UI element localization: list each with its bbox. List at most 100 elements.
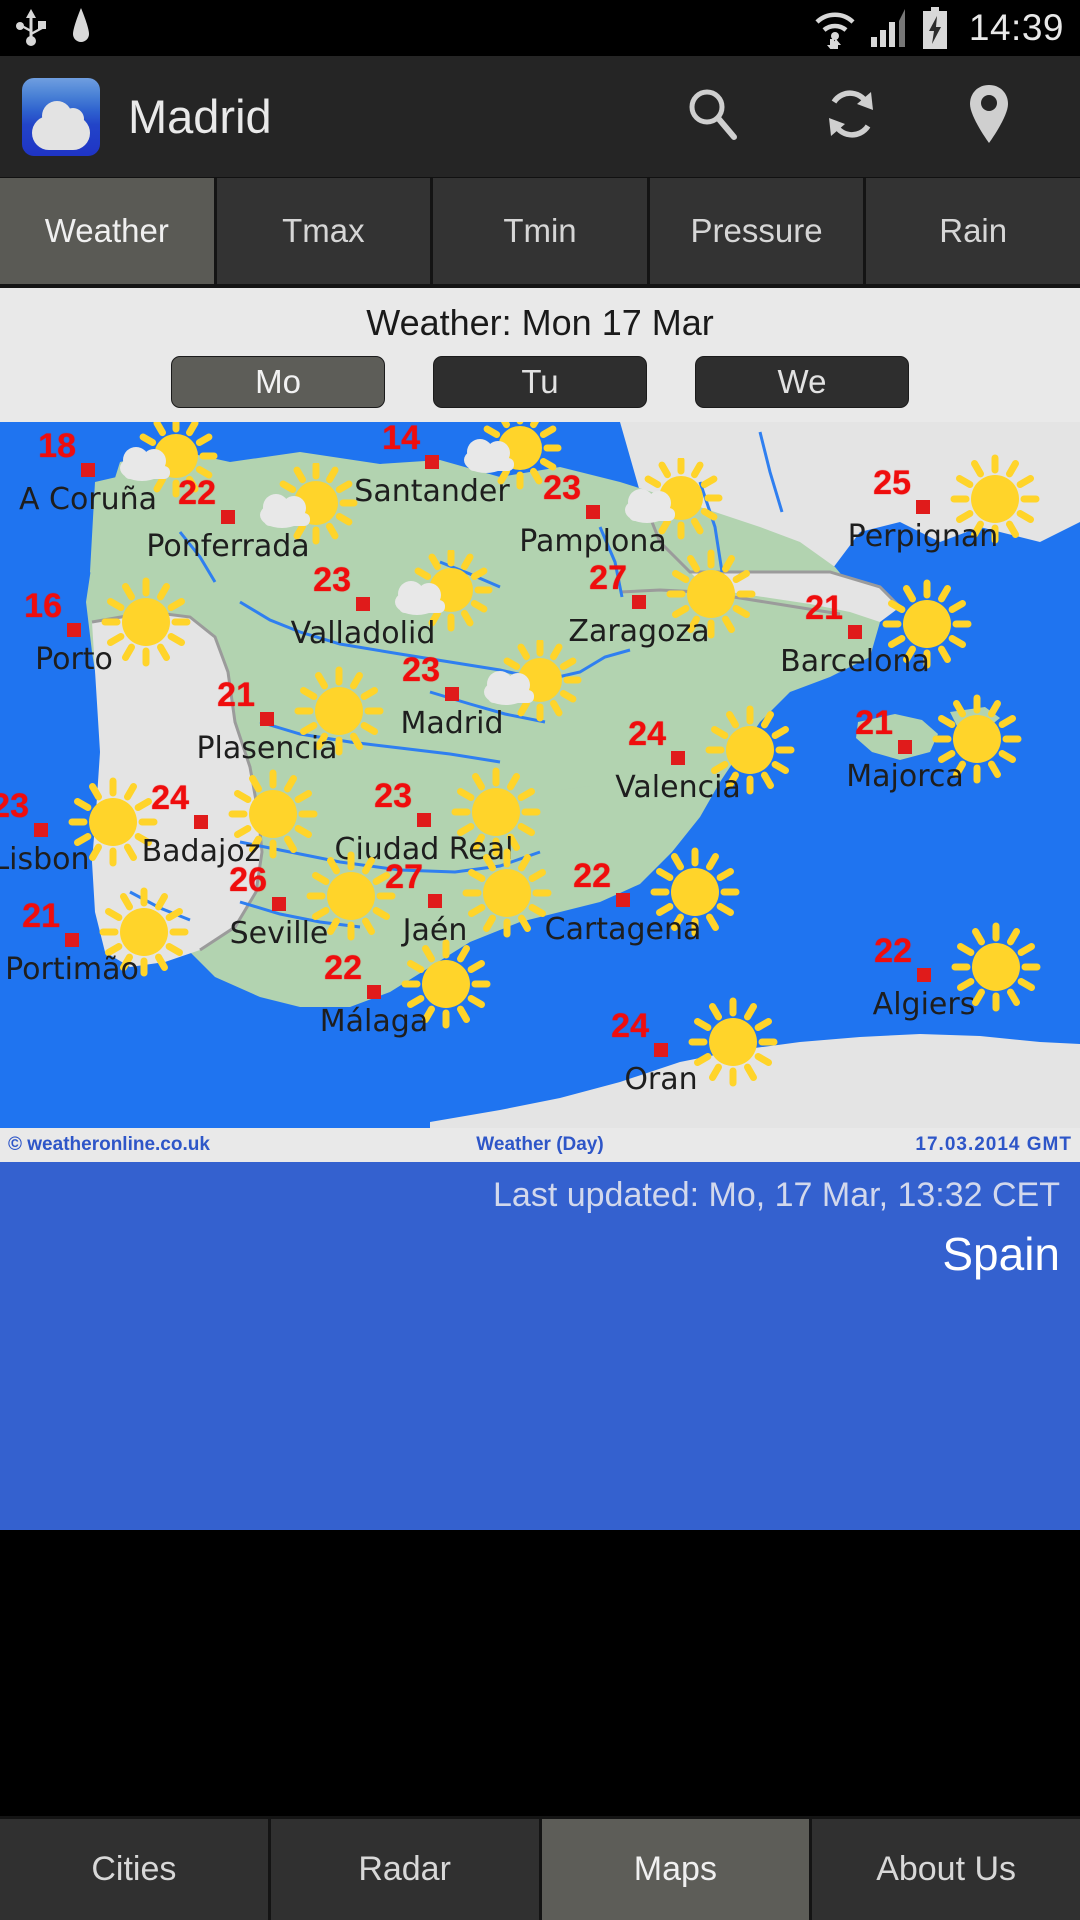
city-dot [917, 968, 931, 982]
day-button-tu[interactable]: Tu [433, 356, 647, 408]
nav-maps[interactable]: Maps [541, 1819, 810, 1920]
city-name: Algiers [872, 987, 976, 1022]
location-pin-icon [967, 83, 1011, 150]
day-buttons: Mo Tu We [0, 356, 1080, 408]
map-copyright: © weatheronline.co.uk [8, 1134, 210, 1155]
city-temperature: 21 [805, 589, 843, 627]
city-dot [654, 1043, 668, 1057]
city-name: Porto [35, 642, 113, 677]
city-dot [34, 823, 48, 837]
cellular-signal-icon [869, 7, 909, 49]
city-dot [417, 813, 431, 827]
city-dot [425, 455, 439, 469]
search-button[interactable] [644, 56, 782, 178]
refresh-icon [821, 84, 881, 149]
city-temperature: 23 [402, 651, 440, 689]
city-temperature: 21 [217, 676, 255, 714]
tab-tmax[interactable]: Tmax [216, 178, 431, 284]
tab-rain[interactable]: Rain [866, 178, 1080, 284]
tab-pressure[interactable]: Pressure [649, 178, 864, 284]
city-name: Barcelona [780, 644, 930, 679]
page-title: Madrid [128, 90, 272, 143]
city-temperature: 23 [313, 561, 351, 599]
city-name: Majorca [846, 759, 964, 794]
city-temperature: 27 [589, 559, 627, 597]
city-dot [272, 897, 286, 911]
city-dot [260, 712, 274, 726]
city-temperature: 22 [178, 474, 216, 512]
city-temperature: 22 [573, 857, 611, 895]
city-name: Oran [624, 1062, 698, 1097]
tab-tmin[interactable]: Tmin [433, 178, 647, 284]
map-date: 17.03.2014 GMT [915, 1134, 1072, 1155]
city-name: Madrid [400, 706, 504, 741]
city-dot [898, 740, 912, 754]
city-temperature: 23 [0, 787, 29, 825]
city-temperature: 23 [543, 469, 581, 507]
day-button-we[interactable]: We [695, 356, 909, 408]
day-selector-panel: Weather: Mon 17 Mar Mo Tu We [0, 288, 1080, 422]
city-temperature: 22 [874, 932, 912, 970]
city-temperature: 21 [22, 897, 60, 935]
city-dot [194, 815, 208, 829]
battery-charging-icon [921, 7, 949, 49]
city-dot [848, 625, 862, 639]
city-name: Pamplona [519, 524, 667, 559]
nav-about-us[interactable]: About Us [812, 1819, 1080, 1920]
city-name: Santander [354, 474, 510, 509]
day-button-mo[interactable]: Mo [171, 356, 385, 408]
city-temperature: 22 [324, 949, 362, 987]
sun-icon [100, 576, 192, 673]
city-temperature: 21 [855, 704, 893, 742]
status-bar: 14:39 [0, 0, 1080, 56]
sun-icon [687, 996, 779, 1093]
sun-icon [461, 847, 553, 944]
app-logo-cloud-icon [22, 77, 100, 156]
city-name: Cartagena [544, 912, 702, 947]
city-temperature: 23 [374, 777, 412, 815]
city-dot [616, 893, 630, 907]
info-panel: Last updated: Mo, 17 Mar, 13:32 CET Spai… [0, 1162, 1080, 1530]
city-name: Málaga [319, 1004, 429, 1039]
refresh-button[interactable] [782, 56, 920, 178]
city-temperature: 24 [151, 779, 189, 817]
city-dot [428, 894, 442, 908]
wifi-icon [813, 7, 857, 49]
city-name: Valladolid [290, 616, 436, 651]
status-bar-right-icons: 14:39 [813, 7, 1064, 49]
city-name: Seville [229, 916, 329, 951]
city-name: Zaragoza [568, 614, 710, 649]
action-bar: Madrid [0, 56, 1080, 178]
weather-map[interactable]: 18 A Coruña 14 Santander 22 Ponferrada 23 Pa… [0, 422, 1080, 1162]
status-bar-left-icons [16, 8, 94, 48]
city-name: Portimão [5, 952, 139, 987]
tab-weather[interactable]: Weather [0, 178, 214, 284]
city-temperature: 14 [382, 422, 420, 457]
metric-tabs: Weather Tmax Tmin Pressure Rain [0, 178, 1080, 288]
location-button[interactable] [920, 56, 1058, 178]
nav-cities[interactable]: Cities [0, 1819, 268, 1920]
city-temperature: 26 [229, 861, 267, 899]
city-dot [671, 751, 685, 765]
city-dot [356, 597, 370, 611]
city-temperature: 16 [24, 587, 62, 625]
city-name: A Coruña [18, 482, 158, 517]
city-temperature: 27 [385, 858, 423, 896]
city-dot [586, 505, 600, 519]
city-temperature: 18 [38, 427, 76, 465]
map-footer: © weatheronline.co.uk Weather (Day) 17.0… [0, 1128, 1080, 1162]
city-name: Perpignan [847, 519, 999, 554]
city-dot [367, 985, 381, 999]
city-name: Valencia [615, 770, 741, 805]
status-bar-clock: 14:39 [968, 7, 1064, 48]
nav-radar[interactable]: Radar [270, 1819, 539, 1920]
city-dot [445, 687, 459, 701]
city-temperature: 25 [873, 464, 911, 502]
city-name: Lisbon [0, 842, 90, 877]
map-legend-label: Weather (Day) [476, 1134, 604, 1155]
country-label: Spain [942, 1228, 1060, 1280]
city-dot [221, 510, 235, 524]
last-updated-text: Last updated: Mo, 17 Mar, 13:32 CET [493, 1176, 1060, 1214]
usb-icon [16, 9, 46, 47]
action-bar-buttons [644, 56, 1058, 178]
